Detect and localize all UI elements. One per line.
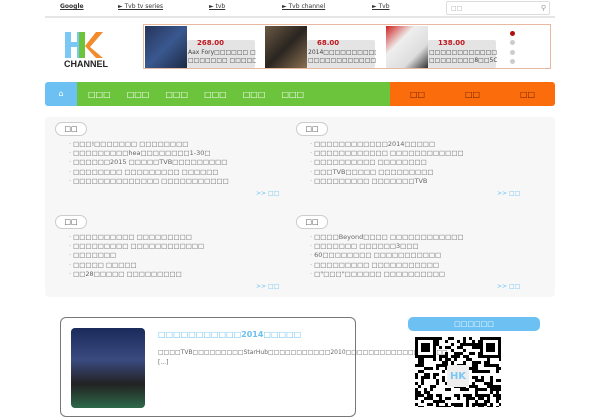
top-link-tvb[interactable]: ► tvb	[209, 3, 225, 10]
divider	[45, 16, 555, 18]
nav-item[interactable]: □□□	[88, 90, 111, 99]
nav-right-item[interactable]: □□	[410, 90, 425, 99]
product-desc: Aax Fory□□□□□□ □□□□□□□□□□□ □□□□□□□□	[188, 49, 256, 64]
top-link-google[interactable]: Google	[60, 3, 84, 10]
home-icon[interactable]: ⌂	[45, 82, 77, 106]
list-item[interactable]: □□□□□□□ □□□□□□3□□□	[310, 242, 464, 251]
nav-item[interactable]: □□□	[165, 90, 188, 99]
list-item[interactable]: □□□□□□□□□ □□□□□□□□□□□□	[69, 242, 204, 251]
section-title: □□	[55, 122, 87, 136]
product-image	[265, 26, 307, 68]
svg-text:HK: HK	[450, 371, 467, 382]
news-panel: □□ □□□!□□□□□□□ □□□□□□□□□□□□□□□□□hea□□□□□…	[45, 117, 555, 297]
list-item[interactable]: □□□□□□□□□ □□□□□□□TVB	[310, 177, 464, 186]
more-link[interactable]: >> □□	[256, 190, 279, 197]
search-icon[interactable]: ⚲	[541, 4, 546, 12]
list-item[interactable]: □□□□□□□□□ □□□□□□□□□□□	[310, 261, 464, 270]
price: 268.00	[197, 39, 225, 47]
product-image	[145, 26, 187, 68]
product-image	[386, 26, 428, 68]
more-link[interactable]: >> □□	[256, 283, 279, 290]
slide-dot[interactable]	[510, 50, 515, 55]
top-link-tvb-2[interactable]: ► Tvb	[372, 3, 390, 10]
list-item[interactable]: □"□□□"□□□□□□ □□□□□□□□□□	[310, 270, 464, 279]
top-link-tvb-channel[interactable]: ► Tvb channel	[282, 3, 325, 10]
top-link-tvb-tv-series[interactable]: ► Tvb tv series	[118, 3, 163, 10]
list-item[interactable]: □□□□□□□□ □□□□□□□□□ □□□□□□	[69, 168, 229, 177]
product-desc: □□□□□□□□□□□□□□□□□□□□□□□□□□8□□5CM	[429, 49, 497, 64]
list-item[interactable]: □□□□□□□□□hea□□□□□□□□1-30□	[69, 149, 229, 158]
section-title: □□	[296, 122, 328, 136]
list-item[interactable]: □□□!□□□□□□□ □□□□□□□□	[69, 140, 229, 149]
ad-banner[interactable]: 268.00 Aax Fory□□□□□□ □□□□□□□□□□□ □□□□□□□…	[143, 24, 551, 69]
list-item[interactable]: □□□□□□□□□□□□ □□□□□□□□□□□□	[310, 149, 463, 158]
section-title: □□	[296, 215, 328, 229]
nav-right-item[interactable]: □□	[465, 90, 480, 99]
price: 68.00	[317, 39, 340, 47]
list-item[interactable]: □□□□□□2015 □□□□□TVB□□□□□□□□□	[69, 158, 229, 167]
article-excerpt: □□□□TVB□□□□□□□□□StarHub□□□□□□□□□□□2010□□…	[158, 349, 448, 366]
more-link[interactable]: >> □□	[497, 283, 520, 290]
slide-dot[interactable]	[510, 59, 515, 64]
list-item[interactable]: 60□□□□□□□□ □□□□□□□□□□□	[310, 251, 464, 260]
product-desc: 2014□□□□□□□□□□□□□□□□□□□□□□□□□□□□	[308, 49, 376, 64]
widget-title: □□□□□□	[408, 317, 540, 331]
list-item[interactable]: □□□□□□□□□□□□□□ □□□□□□□□□□□	[69, 177, 229, 186]
more-link[interactable]: >> □□	[497, 190, 520, 197]
svg-text:CHANNEL: CHANNEL	[64, 59, 109, 69]
nav-item[interactable]: □□□	[243, 90, 266, 99]
nav-item[interactable]: □□□	[281, 90, 304, 99]
hk-channel-logo[interactable]: CHANNEL	[60, 30, 112, 70]
nav-item[interactable]: □□□	[204, 90, 227, 99]
list-item[interactable]: □□□□□□□□□□□□2014□□□□□	[310, 140, 464, 149]
search-input[interactable]: □□ ⚲	[446, 1, 550, 15]
list-item[interactable]: □□□□□□□	[69, 251, 204, 260]
nav-right-item[interactable]: □□	[520, 90, 535, 99]
list-item[interactable]: □□□TVB□□□□□ □□□□□□□□□	[310, 168, 464, 177]
list-item[interactable]: □□□□□□□□□□ □□□□□□□□	[310, 158, 464, 167]
search-placeholder: □□	[451, 5, 463, 12]
main-nav: ⌂ □□□ □□□ □□□ □□□ □□□ □□□ □□ □□ □□	[45, 82, 555, 106]
section-title: □□	[55, 215, 87, 229]
slide-dot-active[interactable]	[510, 31, 515, 36]
featured-article: □□□□□□□□□□□2014□□□□□ □□□□TVB□□□□□□□□□Sta…	[60, 317, 448, 417]
nav-item[interactable]: □□□	[127, 90, 150, 99]
list-item[interactable]: □□□□□ □□□□□	[69, 261, 204, 270]
article-title[interactable]: □□□□□□□□□□□2014□□□□□	[158, 330, 301, 339]
list-item[interactable]: □□28□□□□□ □□□□□□□□□	[69, 270, 204, 279]
slide-dot[interactable]	[510, 40, 515, 45]
qr-code: HK	[415, 337, 501, 407]
list-item[interactable]: □□□□□□□□□□ □□□□□□□□□	[69, 233, 204, 242]
price: 138.00	[438, 39, 466, 47]
list-item[interactable]: □□□□Beyond□□□□ □□□□□□□□□□□□	[310, 233, 463, 242]
article-thumbnail[interactable]	[71, 328, 145, 408]
